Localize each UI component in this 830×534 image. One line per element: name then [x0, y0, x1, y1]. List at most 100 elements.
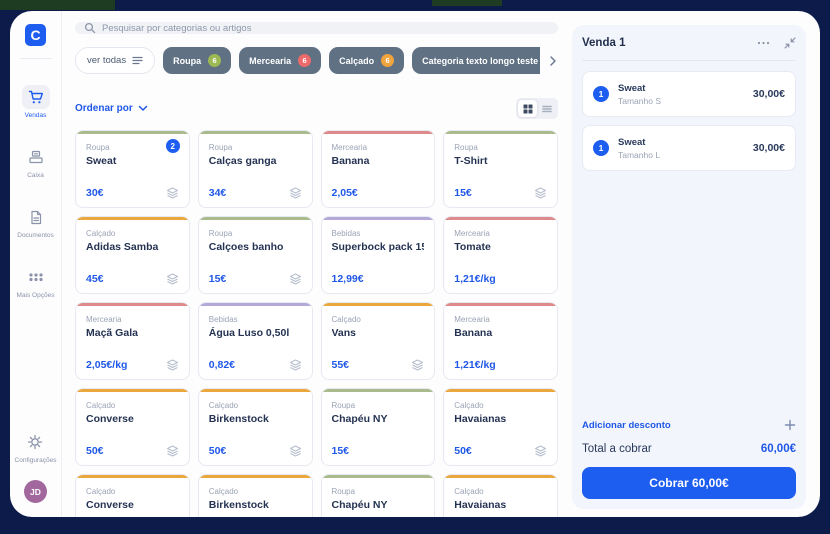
product-name: Maçã Gala	[86, 327, 179, 339]
product-price: 15€	[332, 445, 350, 457]
product-card[interactable]: Mercearia Maçã Gala 2,05€/kg	[75, 302, 190, 380]
product-category: Calçado	[332, 315, 425, 324]
product-name: Água Luso 0,50l	[209, 327, 302, 339]
product-card[interactable]: Roupa Calçoes banho 15€	[198, 216, 313, 294]
product-card[interactable]: Calçado Birkenstock 50€	[198, 474, 313, 517]
layers-icon	[534, 445, 547, 457]
category-color-bar	[76, 303, 189, 306]
category-color-bar	[322, 389, 435, 392]
cart-item-name: Sweat	[618, 83, 661, 94]
sidebar-item-documentos[interactable]: Documentos	[17, 205, 54, 239]
category-color-bar	[76, 217, 189, 220]
category-chip[interactable]: Mercearia 6	[239, 47, 321, 74]
product-name: Tomate	[454, 241, 547, 253]
checkout-button[interactable]: Cobrar 60,00€	[582, 467, 796, 499]
product-card[interactable]: Calçado Birkenstock 50€	[198, 388, 313, 466]
layers-icon	[166, 187, 179, 199]
list-view-icon[interactable]	[537, 100, 556, 117]
desktop-background-accent	[432, 0, 502, 6]
cart-item[interactable]: 1 Sweat Tamanho S 30,00€	[582, 71, 796, 117]
product-price: 50€	[86, 445, 104, 457]
product-card[interactable]: Roupa T-Shirt 15€	[443, 130, 558, 208]
cart-items-list: 1 Sweat Tamanho S 30,00€ 1 Sweat Tamanho…	[582, 71, 796, 171]
grid-view-icon[interactable]	[518, 100, 537, 117]
product-category: Calçado	[454, 487, 547, 496]
user-avatar[interactable]: JD	[24, 480, 47, 503]
product-card[interactable]: Roupa Sweat 2 30€	[75, 130, 190, 208]
category-chip[interactable]: Calçado 6	[329, 47, 404, 74]
collapse-icon[interactable]	[784, 37, 796, 49]
product-grid: Roupa Sweat 2 30€ Roupa Calças ganga 34€	[75, 130, 558, 517]
product-category: Calçado	[86, 487, 179, 496]
sidebar-item-caixa[interactable]: Caixa	[22, 145, 50, 179]
category-chip[interactable]: Categoria texto longo teste 6	[412, 47, 540, 74]
product-name: Sweat	[86, 155, 179, 167]
product-card[interactable]: Mercearia Tomate 1,21€/kg	[443, 216, 558, 294]
cart-item[interactable]: 1 Sweat Tamanho L 30,00€	[582, 125, 796, 171]
product-category: Calçado	[86, 401, 179, 410]
chevron-down-icon	[138, 105, 148, 112]
product-price: 15€	[454, 187, 472, 199]
total-value: 60,00€	[761, 443, 796, 455]
search-input[interactable]	[102, 23, 549, 34]
sort-by-button[interactable]: Ordenar por	[75, 103, 148, 114]
category-chip-label: Mercearia	[249, 56, 291, 66]
product-category: Mercearia	[86, 315, 179, 324]
list-icon	[132, 56, 143, 65]
ellipsis-icon[interactable]	[757, 41, 770, 45]
product-card[interactable]: Roupa Chapéu NY 15€	[321, 474, 436, 517]
layers-icon	[166, 445, 179, 457]
sidebar-item-vendas[interactable]: Vendas	[22, 85, 50, 119]
product-name: Adidas Samba	[86, 241, 179, 253]
layers-icon	[289, 359, 302, 371]
layers-icon	[534, 187, 547, 199]
category-color-bar	[322, 131, 435, 134]
product-card[interactable]: Mercearia Banana 1,21€/kg	[443, 302, 558, 380]
sidebar-item-label: Mais Opções	[17, 292, 55, 299]
desktop-background-accent	[0, 0, 115, 10]
category-chip-label: Calçado	[339, 56, 374, 66]
product-card[interactable]: Calçado Converse 50€	[75, 388, 190, 466]
sidebar-item-configuracoes[interactable]: Configurações	[15, 430, 57, 464]
more-options-icon	[22, 265, 50, 289]
category-color-bar	[76, 131, 189, 134]
category-color-bar	[444, 303, 557, 306]
product-card[interactable]: Calçado Havaianas 50€	[443, 388, 558, 466]
product-card[interactable]: Bebidas Água Luso 0,50l 0,82€	[198, 302, 313, 380]
filter-ver-todas[interactable]: ver todas	[75, 47, 155, 74]
product-card[interactable]: Roupa Chapéu NY 15€	[321, 388, 436, 466]
search-icon	[84, 22, 96, 34]
product-card[interactable]: Calçado Havaianas 50€	[443, 474, 558, 517]
category-color-bar	[444, 475, 557, 478]
product-name: Birkenstock	[209, 413, 302, 425]
sidebar-item-mais-opcoes[interactable]: Mais Opções	[17, 265, 55, 299]
category-chip[interactable]: Roupa 6	[163, 47, 231, 74]
category-color-bar	[76, 475, 189, 478]
sidebar-item-label: Caixa	[27, 172, 44, 179]
product-category: Calçado	[86, 229, 179, 238]
product-card[interactable]: Bebidas Superbock pack 15 12,99€	[321, 216, 436, 294]
category-color-bar	[199, 131, 312, 134]
product-card[interactable]: Mercearia Banana 2,05€	[321, 130, 436, 208]
cart-item-name: Sweat	[618, 137, 660, 148]
main-content: ver todas Roupa 6 Mercearia 6 Calçado 6 …	[62, 11, 566, 517]
product-card[interactable]: Calçado Adidas Samba 45€	[75, 216, 190, 294]
product-card[interactable]: Calçado Converse 50€	[75, 474, 190, 517]
product-category: Roupa	[209, 229, 302, 238]
product-price: 50€	[209, 445, 227, 457]
product-category: Calçado	[209, 401, 302, 410]
layers-icon	[411, 359, 424, 371]
product-card[interactable]: Calçado Vans 55€	[321, 302, 436, 380]
product-name: T-Shirt	[454, 155, 547, 167]
cart-header: Venda 1	[582, 25, 796, 61]
total-row: Total a cobrar 60,00€	[582, 443, 796, 455]
sidebar-item-label: Configurações	[15, 457, 57, 464]
product-card[interactable]: Roupa Calças ganga 34€	[198, 130, 313, 208]
search-bar	[75, 22, 558, 34]
product-category: Roupa	[332, 401, 425, 410]
product-category: Bebidas	[209, 315, 302, 324]
add-discount-button[interactable]: Adicionar desconto	[582, 419, 796, 431]
chevron-right-icon[interactable]	[548, 55, 558, 67]
product-name: Superbock pack 15	[332, 241, 425, 253]
product-category: Calçado	[454, 401, 547, 410]
